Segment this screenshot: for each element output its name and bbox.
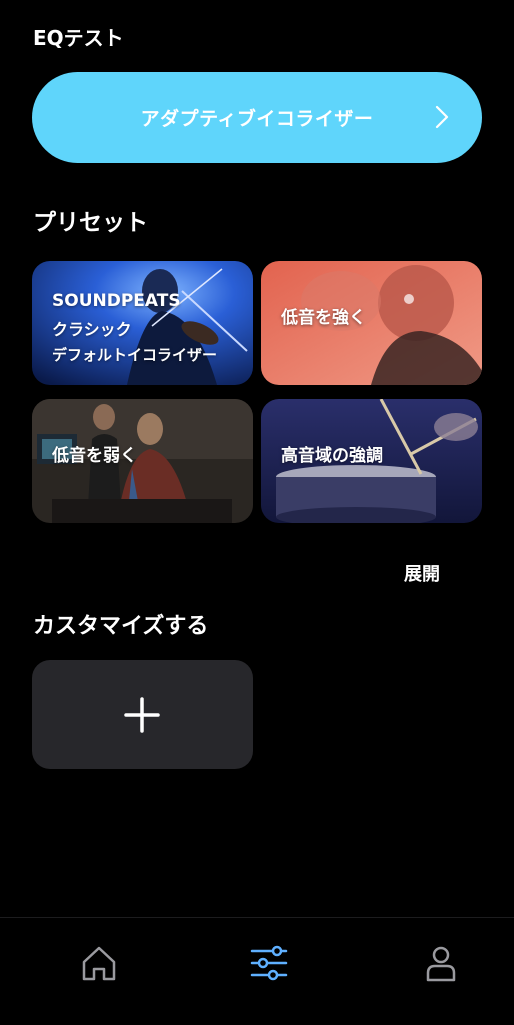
- plus-icon: [124, 697, 160, 733]
- preset-card-treble-boost[interactable]: 高音域の強調: [261, 399, 482, 523]
- customize-section-title: カスタマイズする: [33, 614, 209, 639]
- adaptive-equalizer-button[interactable]: アダプティブイコライザー: [32, 72, 482, 163]
- preset-card-bass-boost[interactable]: 低音を強く: [261, 261, 482, 385]
- home-icon[interactable]: [79, 943, 119, 983]
- preset-card-classic[interactable]: SOUNDPEATS クラシック デフォルトイコライザー: [32, 261, 253, 385]
- preset-card-bass-reduce[interactable]: 低音を弱く: [32, 399, 253, 523]
- expand-button[interactable]: 展開: [404, 560, 440, 586]
- user-icon[interactable]: [421, 943, 461, 983]
- preset-label-default-eq: デフォルトイコライザー: [52, 346, 218, 364]
- add-custom-eq-button[interactable]: [32, 660, 253, 769]
- eq-test-title: EQテスト: [33, 26, 124, 50]
- preset-label-bass-reduce: 低音を弱く: [52, 446, 137, 466]
- preset-label-bass-boost: 低音を強く: [281, 308, 366, 328]
- bottom-navigation: [0, 917, 514, 1025]
- preset-label-treble-boost: 高音域の強調: [281, 446, 383, 466]
- chevron-right-icon: [435, 105, 449, 129]
- preset-brand-text: SOUNDPEATS: [52, 291, 181, 311]
- equalizer-icon[interactable]: [249, 943, 289, 983]
- preset-label-classic: クラシック: [52, 320, 132, 339]
- preset-section-title: プリセット: [33, 210, 148, 236]
- adaptive-equalizer-label: アダプティブイコライザー: [140, 108, 374, 130]
